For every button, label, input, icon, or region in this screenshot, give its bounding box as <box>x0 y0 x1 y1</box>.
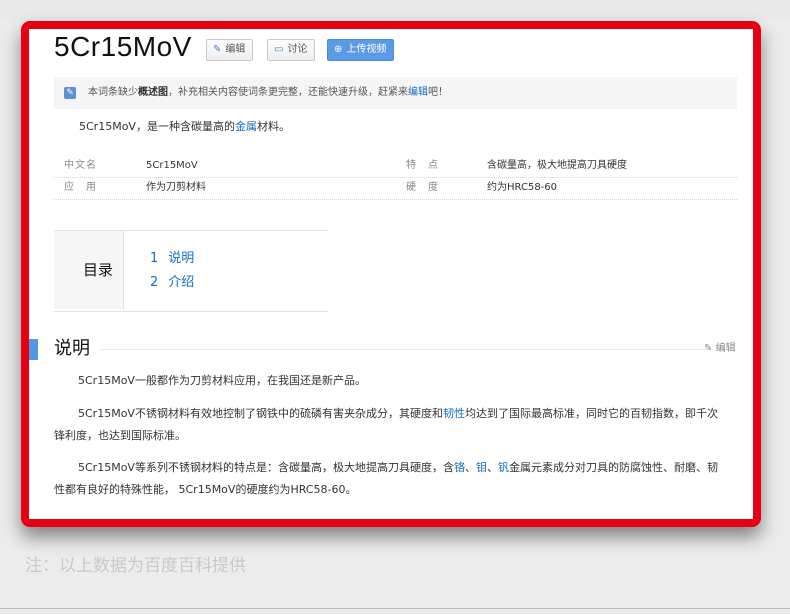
plus-circle-icon: ⊕ <box>334 44 343 55</box>
pencil-icon: ✎ <box>704 343 713 354</box>
info-value: 含碳量高，极大地提高刀具硬度 <box>487 160 627 171</box>
section-accent-bar <box>29 339 38 360</box>
chromium-link[interactable]: 铬 <box>454 461 465 474</box>
summary-paragraph: 5Cr15MoV，是一种含碳量高的金属材料。 <box>79 117 290 137</box>
notice-edit-link[interactable]: 编辑 <box>408 87 428 98</box>
basic-info-row: 应 用 作为刀剪材料 硬 度 约为HRC58-60 <box>54 177 737 200</box>
pencil-icon: ✎ <box>213 44 222 55</box>
toc-heading: 目录 <box>54 231 124 309</box>
discuss-button[interactable]: ▭ 讨论 <box>267 39 316 61</box>
toc-item-number: 1 <box>150 251 159 266</box>
section-paragraph: 5Cr15MoV一般都作为刀剪材料应用，在我国还是新产品。 <box>54 370 721 392</box>
info-label: 硬 度 <box>406 182 439 193</box>
toc-item-label: 介绍 <box>168 275 195 290</box>
upload-video-button[interactable]: ⊕ 上传视频 <box>327 39 395 61</box>
table-of-contents: 目录 1 说明 2 介绍 <box>54 230 328 312</box>
page-title: 5Cr15MoV <box>54 31 192 62</box>
info-value: 作为刀剪材料 <box>146 182 206 193</box>
upload-video-button-label: 上传视频 <box>346 44 387 55</box>
pencil-note-icon: ✎ <box>64 87 76 99</box>
separator: 、 <box>486 461 498 474</box>
bottom-divider <box>0 608 790 609</box>
info-value: 5Cr15MoV <box>146 160 198 171</box>
encyclopedia-card: 5Cr15MoV ✎ 编辑 ▭ 讨论 ⊕ 上传视频 ✎ 本词条缺少概述图，补充相… <box>29 29 753 519</box>
footer-note: 注：以上数据为百度百科提供 <box>25 556 246 576</box>
summary-after: 材料。 <box>256 120 290 133</box>
toc-item[interactable]: 1 说明 <box>150 247 194 266</box>
missing-image-notice: ✎ 本词条缺少概述图，补充相关内容使词条更完整，还能快速升级，赶紧来编辑吧！ <box>54 77 737 109</box>
separator: 、 <box>464 461 476 474</box>
toc-item-label: 说明 <box>168 251 195 266</box>
background-strip <box>0 0 790 20</box>
toc-item-number: 2 <box>150 275 159 290</box>
edit-button[interactable]: ✎ 编辑 <box>206 39 254 61</box>
info-label: 中文名 <box>64 160 97 171</box>
info-label: 特 点 <box>406 160 439 171</box>
section-edit-label: 编辑 <box>715 343 736 354</box>
vanadium-link[interactable]: 钒 <box>498 461 509 474</box>
summary-before: 5Cr15MoV，是一种含碳量高的 <box>79 120 235 133</box>
notice-middle: ，补充相关内容使词条更完整，还能快速升级，赶紧来 <box>168 87 408 98</box>
paragraph-text: 5Cr15MoV等系列不锈钢材料的特点是：含碳量高，极大地提高刀具硬度，含 <box>78 461 454 474</box>
toughness-link[interactable]: 韧性 <box>443 407 465 420</box>
notice-prefix: 本词条缺少 <box>88 87 138 98</box>
toc-item[interactable]: 2 介绍 <box>150 271 194 290</box>
section-paragraph: 5Cr15MoV不锈钢材料有效地控制了钢铁中的硫磷有害夹杂成分，其硬度和韧性均达… <box>54 403 721 447</box>
metal-link[interactable]: 金属 <box>235 120 257 133</box>
paragraph-text: 5Cr15MoV一般都作为刀剪材料应用，在我国还是新产品。 <box>78 374 366 387</box>
notice-suffix: 吧！ <box>428 87 448 98</box>
section-divider <box>101 349 709 350</box>
molybdenum-link[interactable]: 钼 <box>476 461 487 474</box>
info-value: 约为HRC58-60 <box>487 182 558 193</box>
paragraph-text: 5Cr15MoV不锈钢材料有效地控制了钢铁中的硫磷有害夹杂成分，其硬度和 <box>78 407 443 420</box>
basic-info-row: 中文名 5Cr15MoV 特 点 含碳量高，极大地提高刀具硬度 <box>54 155 737 178</box>
chat-icon: ▭ <box>274 44 284 55</box>
section-paragraph: 5Cr15MoV等系列不锈钢材料的特点是：含碳量高，极大地提高刀具硬度，含铬、钼… <box>54 457 721 501</box>
discuss-button-label: 讨论 <box>287 44 308 55</box>
info-label: 应 用 <box>64 182 97 193</box>
notice-bold: 概述图 <box>138 87 168 98</box>
edit-button-label: 编辑 <box>225 44 246 55</box>
section-title: 说明 <box>54 338 90 359</box>
section-edit-button[interactable]: ✎ 编辑 <box>704 341 736 357</box>
